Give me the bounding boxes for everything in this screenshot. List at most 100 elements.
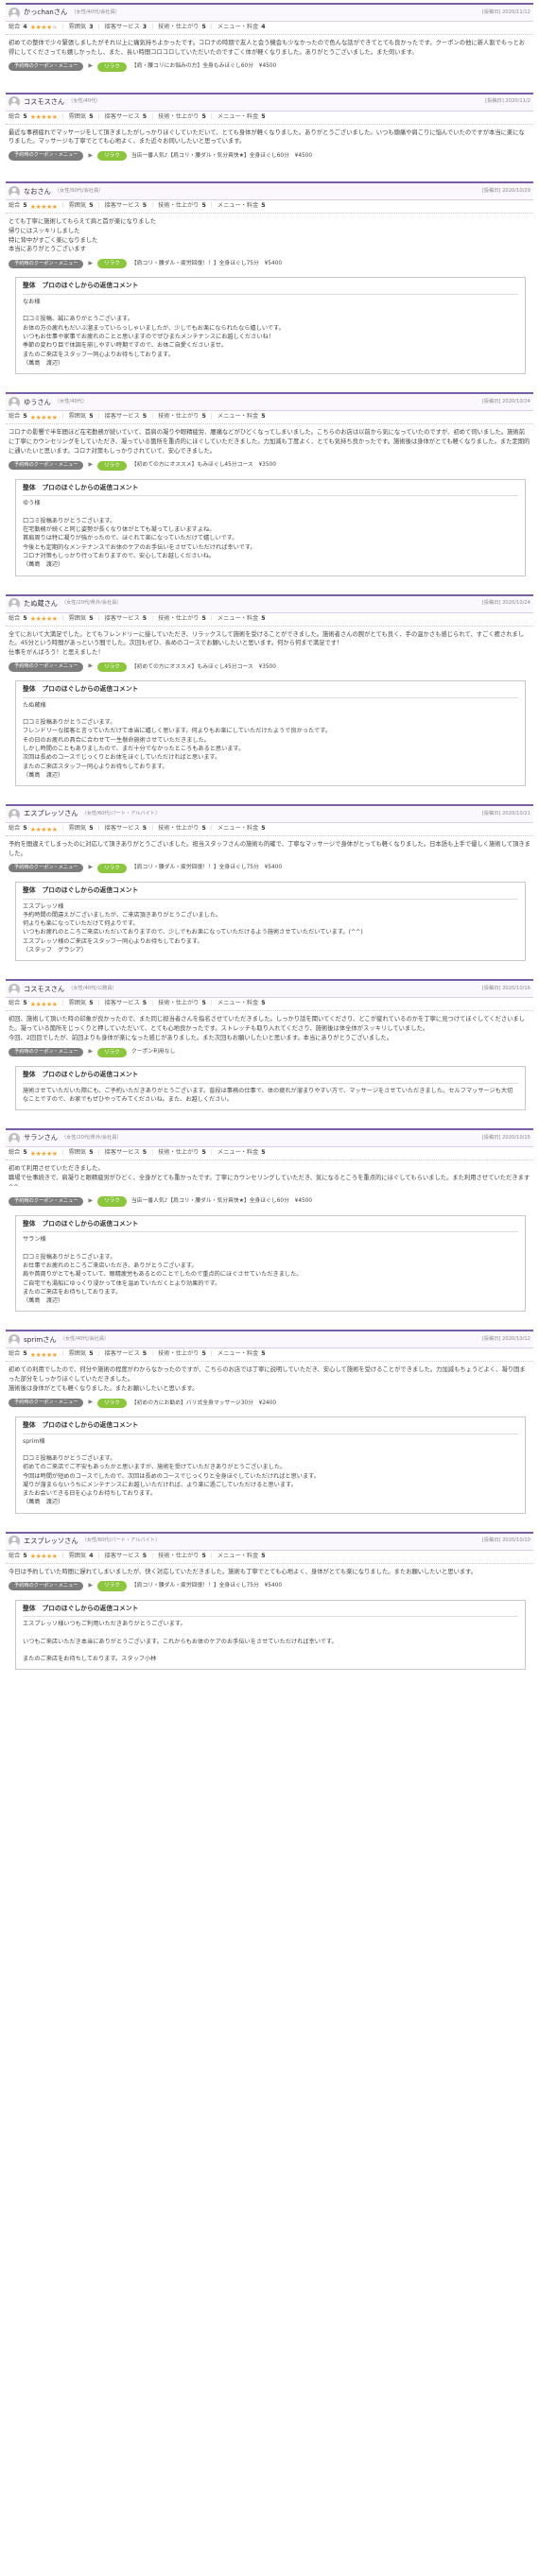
review-header: かっchanさん （女性/40代/会社員） [投稿日] 2020/11/12 [6,3,533,22]
post-date: [投稿日] 2020/10/12 [481,1336,530,1343]
coupon-name[interactable]: 【肩コリ・腰ダル・疲労回復！！】全身ほぐし75分 ¥5400 [131,260,282,267]
overall-score: 総合 5 ★★★★★ [9,1350,58,1360]
coupon-name[interactable]: 【初めての方にオススメ】もみほぐし45分コース ¥3500 [131,663,276,671]
coupon-name[interactable]: 【肩コリ・腰ダル・疲労回復！！】全身ほぐし75分 ¥5400 [131,864,282,871]
review-body: 初めての整体で少々緊張しましたがそれ以上に痛気持ちよかったです。コロナの時期で友… [6,35,533,60]
reply-line: たぬ蔵様 [23,701,46,709]
coupon-label: 予約時のクーポン・メニュー [9,1398,84,1408]
divider: | [151,112,154,120]
atmosphere-label: 雰囲気 [68,1000,87,1007]
review-header: ゆうさん （女性/40代） [投稿日] 2020/10/24 [6,392,533,412]
category-tag: リラク [97,259,127,269]
review-body: 初回、施術して頂いた時の印象が良かったので、また同じ担当者さんを指名させていただ… [6,1011,533,1044]
menu-price-value: 5 [261,614,266,622]
reply-body: sprim様 口コミ投稿ありがとうございます。 初めてのご来店でご不安もあったかと思… [23,1437,518,1507]
atmosphere-label: 雰囲気 [68,202,87,210]
score-row: 総合 5 ★★★★★ | 雰囲気 5 | 接客サービス 5 | 技術・仕上がり … [6,823,533,837]
atmosphere-score: 雰囲気 5 [69,615,94,624]
atmosphere-value: 5 [89,1350,94,1358]
reviewer-name[interactable]: かっchanさん [24,8,67,17]
reply-title: 整体 プロのほぐしからの返信コメント [23,484,518,497]
coupon-name[interactable]: 当店一番人気♪【肩コリ・腰ダル・気分爽快★】全身ほぐし60分 ¥4500 [131,152,312,160]
divider: | [210,614,213,622]
menu-price-score: メニュー・料金 5 [217,825,266,833]
divider: | [61,1552,64,1559]
reply-line: 何よりも楽になっていただけて何よりです。 [23,920,139,928]
technique-value: 5 [201,1552,206,1559]
post-date: [投稿日] 2020/10/24 [481,600,530,607]
technique-score: 技術・仕上がり 5 [158,1350,206,1359]
service-value: 5 [142,614,148,622]
reviewer-name[interactable]: なおさん [24,187,51,197]
reviewer-attributes: （女性/40代/会社員） [71,9,120,15]
divider: | [97,825,100,833]
technique-score: 技術・仕上がり 5 [158,615,206,624]
rating-stars-icon: ★★★★★ [29,1149,58,1158]
reviewer-name[interactable]: エスプレッソさん [24,809,78,818]
chevron-right-icon: ▶ [88,864,94,871]
service-label: 接客サービス [104,825,140,833]
reviewer-name[interactable]: エスプレッソさん [24,1537,78,1546]
reply-title: 整体 プロのほぐしからの返信コメント [23,1220,518,1233]
service-label: 接客サービス [104,1149,140,1157]
service-score: 接客サービス 5 [105,1149,147,1158]
overall-score: 総合 5 ★★★★★ [9,413,58,422]
reviewer-name[interactable]: ゆうさん [24,398,51,407]
reply-line: サラン様 [23,1236,46,1244]
user-avatar-icon [9,598,20,610]
divider: | [210,112,213,120]
coupon-name[interactable]: クーポン利用なし [131,1048,175,1056]
coupon-label: 予約時のクーポン・メニュー [9,151,84,161]
category-tag: リラク [97,1047,127,1057]
overall-score: 総合 5 ★★★★★ [9,1149,58,1159]
reviewer-name[interactable]: サランさん [24,1133,58,1142]
coupon-name[interactable]: 【肩・腰コリにお悩みの方】全身もみほぐし60分 ¥4500 [131,62,276,70]
review-line: コロナの影響で半年間ほど在宅勤務が続いていて、首肩の凝りや眼精疲労、腰痛などがひ… [9,429,530,455]
divider: | [61,1350,64,1358]
coupon-name[interactable]: 【肩コリ・腰ダル・疲労回復！！】全身ほぐし75分 ¥5400 [131,1582,282,1589]
review-header: サランさん （女性/20代/県外/会社員） [投稿日] 2020/10/15 [6,1128,533,1148]
reply-line: 口コミ投稿ありがとうございます。 [23,1253,116,1261]
menu-price-value: 5 [261,1552,266,1559]
atmosphere-value: 5 [89,202,94,210]
reviewer-attributes: （女性/40代） [68,98,101,105]
salon-reply: 整体 プロのほぐしからの返信コメント エスプレッソ様 予約時間の間違えがございまし… [15,881,526,962]
score-row: 総合 5 ★★★★★ | 雰囲気 4 | 接客サービス 5 | 技術・仕上がり … [6,1551,533,1564]
coupon-row: 予約時のクーポン・メニュー ▶ リラク クーポン利用なし [6,1045,533,1060]
coupon-name[interactable]: 【初めの方にお勧め】バリ式全身マッサージ30分 ¥2400 [131,1400,276,1407]
review-card: エスプレッソさん （女性/60代/パート・アルバイト） [投稿日] 2020/1… [0,1529,539,1682]
category-tag: リラク [97,863,127,873]
reviewer-name[interactable]: たぬ蔵さん [24,599,58,609]
divider: | [97,1350,100,1358]
service-score: 接客サービス 5 [105,202,147,211]
reply-line: 口コミ投稿ありがとうございます。 [23,1454,116,1462]
chevron-right-icon: ▶ [88,1048,94,1056]
coupon-name[interactable]: 当店一番人気♪【肩コリ・腰ダル・気分爽快★】全身ほぐし60分 ¥4500 [131,1197,312,1205]
review-line: 仕事をがんばろう！と思えました！ [9,649,104,657]
menu-price-label: メニュー・料金 [217,413,259,421]
coupon-name[interactable]: 【初めての方にオススメ】もみほぐし45分コース ¥3500 [131,461,276,469]
divider: | [61,24,64,30]
service-label: 接客サービス [104,112,140,120]
atmosphere-score: 雰囲気 5 [69,825,94,833]
menu-price-value: 5 [261,413,266,421]
review-line: とても丁寧に施術してもらえて肩と首が楽になりました [9,218,157,226]
atmosphere-label: 雰囲気 [68,1552,87,1559]
atmosphere-score: 雰囲気 5 [69,202,94,211]
service-value: 5 [142,112,148,120]
reviewer-name[interactable]: sprimさん [24,1335,57,1345]
review-line: 初めての利用でしたので、何分や施術の程度がわからなかったのですが、こちらのお店で… [9,1366,526,1383]
user-avatar-icon [9,1536,20,1548]
service-label: 接客サービス [104,1000,140,1007]
review-line: 最近な事務疲れでマッサージをして頂きましたがしっかりほぐしていただいて、とても身… [9,129,525,146]
divider: | [97,112,100,120]
reviewer-name[interactable]: コスモスさん [24,985,64,994]
overall-value: 5 [23,202,27,210]
menu-price-value: 5 [261,825,266,833]
reviewer-name[interactable]: コスモスさん [24,97,64,107]
review-card: ゆうさん （女性/40代） [投稿日] 2020/10/24 総合 5 ★★★★… [0,389,539,587]
overall-label: 総合 [9,1000,21,1007]
user-avatar-icon [9,1132,20,1144]
menu-price-score: メニュー・料金 5 [217,1000,266,1008]
review-body: 今日は予約していた時間に遅れてしまいましたが、快く対応していただきました。施術も… [6,1564,533,1579]
